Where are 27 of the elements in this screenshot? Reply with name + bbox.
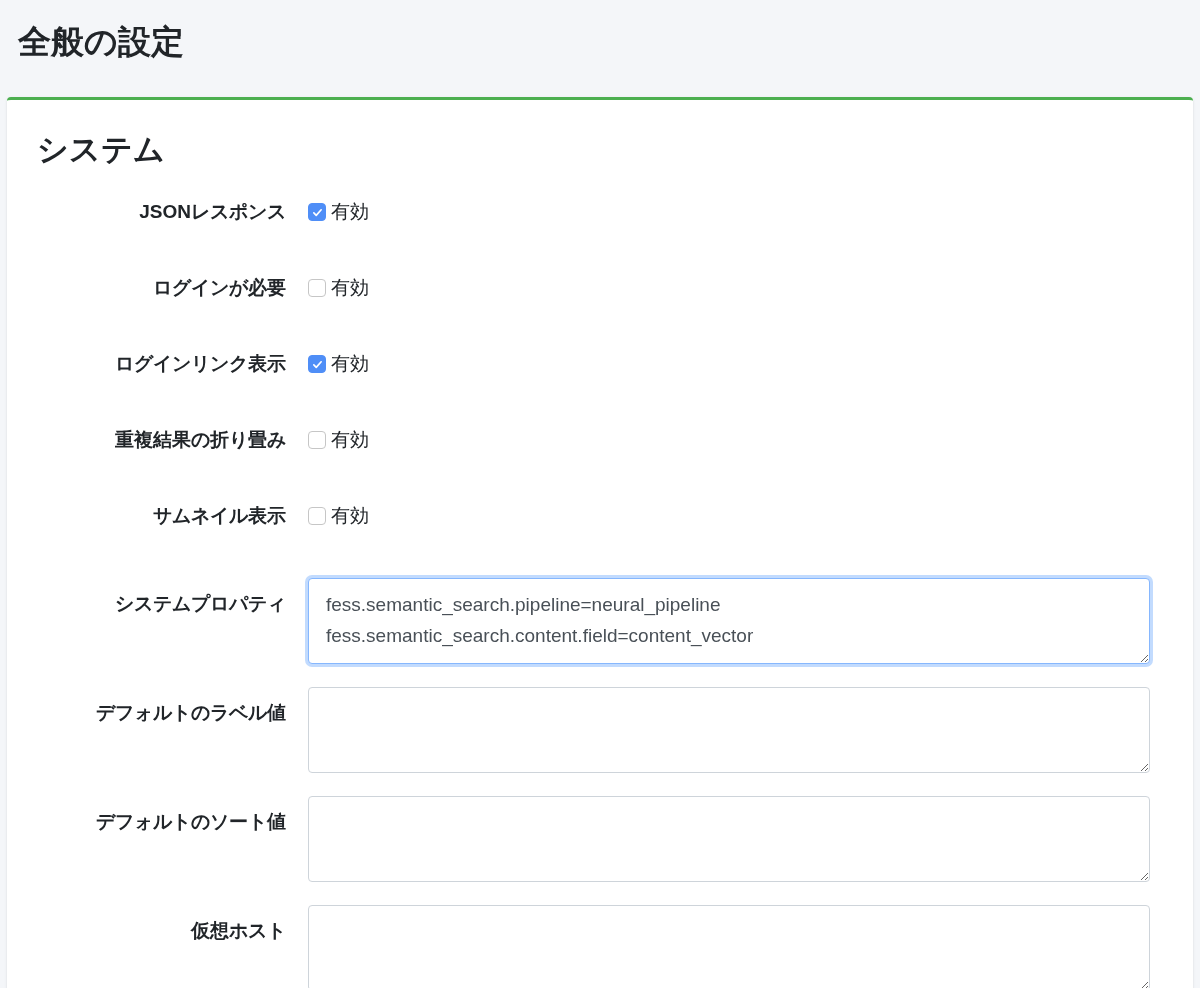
checkbox-label: 有効 <box>331 427 369 452</box>
checkbox[interactable] <box>308 279 326 297</box>
field-label: サムネイル表示 <box>152 504 287 528</box>
text-area[interactable] <box>308 687 1150 773</box>
field-label: 重複結果の折り畳み <box>114 428 287 452</box>
check-icon <box>311 206 323 218</box>
field-label: デフォルトのラベル値 <box>95 701 287 725</box>
field-label: 仮想ホスト <box>189 919 287 943</box>
checkbox[interactable] <box>308 203 326 221</box>
page-title: 全般の設定 <box>18 22 185 62</box>
field-label: デフォルトのソート値 <box>95 810 287 834</box>
field-label: ログインリンク表示 <box>114 352 287 376</box>
check-icon <box>311 358 323 370</box>
checkbox[interactable] <box>308 355 326 373</box>
checkbox[interactable] <box>308 431 326 449</box>
text-area[interactable]: fess.semantic_search.pipeline=neural_pipeline fess.semantic_search.content.field=content_vector <box>308 578 1150 664</box>
field-label: システムプロパティ <box>114 592 287 616</box>
checkbox[interactable] <box>308 507 326 525</box>
checkbox-label: 有効 <box>331 275 369 300</box>
field-label: ログインが必要 <box>152 276 287 300</box>
text-area[interactable] <box>308 905 1150 988</box>
field-label: JSONレスポンス <box>138 200 287 224</box>
section-title: システム <box>36 131 166 169</box>
checkbox-label: 有効 <box>331 351 369 376</box>
checkbox-label: 有効 <box>331 503 369 528</box>
checkbox-label: 有効 <box>331 199 369 224</box>
text-area[interactable] <box>308 796 1150 882</box>
